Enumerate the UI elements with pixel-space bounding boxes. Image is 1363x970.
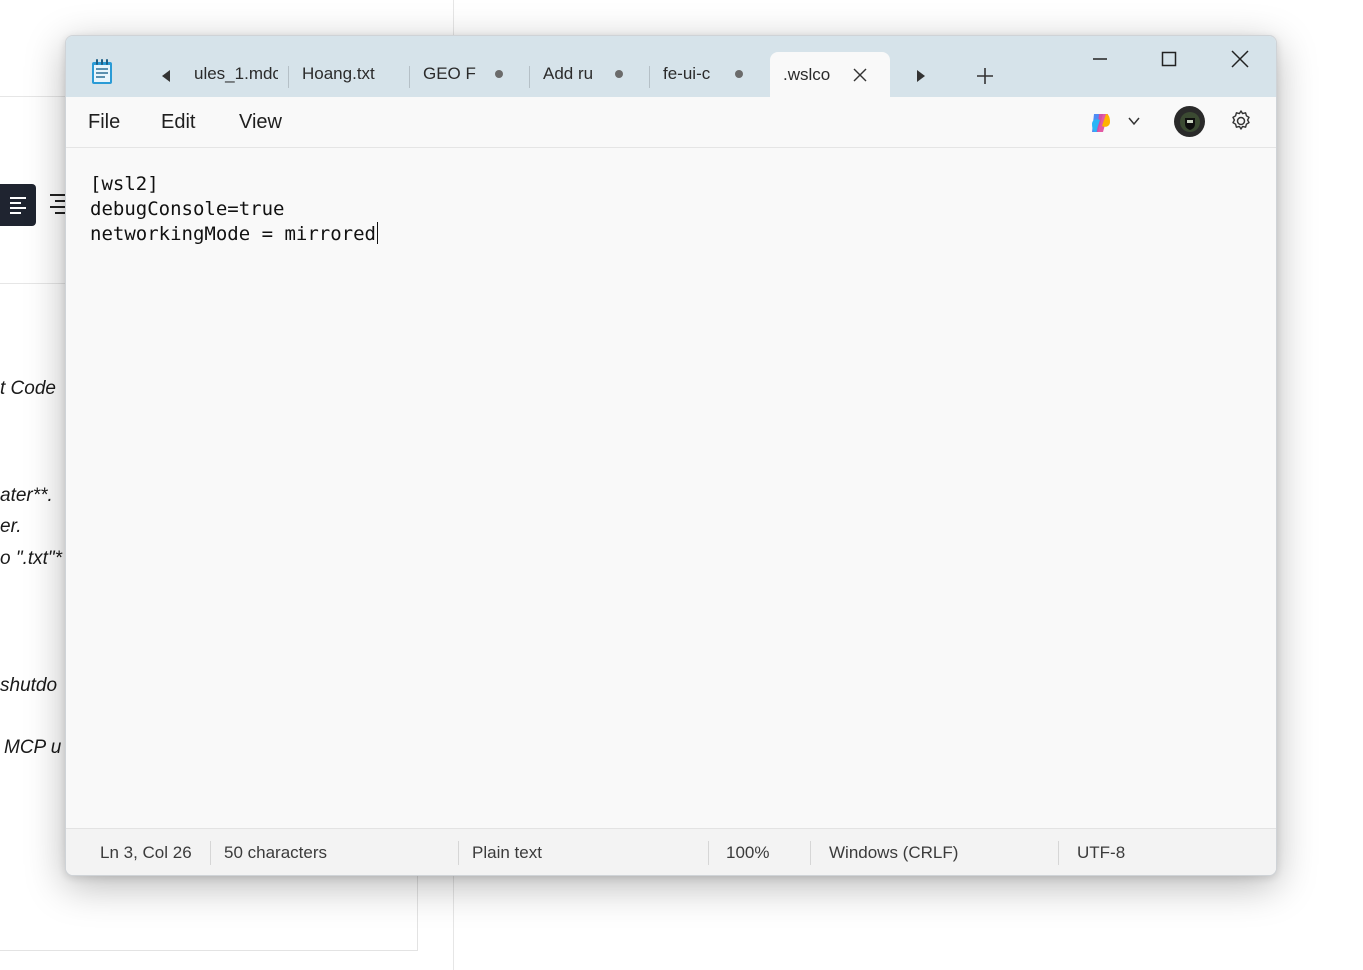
status-separator xyxy=(210,841,211,865)
align-left-icon[interactable] xyxy=(0,184,36,226)
close-tab-icon[interactable] xyxy=(853,68,867,82)
gear-icon[interactable] xyxy=(1229,109,1253,133)
maximize-icon xyxy=(1161,51,1177,67)
plus-icon xyxy=(977,68,993,84)
background-rule xyxy=(0,96,66,97)
tab-separator xyxy=(288,66,289,88)
status-separator xyxy=(810,841,811,865)
tab-label: fe-ui-c xyxy=(663,64,711,83)
tab-add-ru[interactable]: Add ru xyxy=(543,54,643,94)
tab-separator xyxy=(529,66,530,88)
close-button[interactable] xyxy=(1217,44,1263,74)
tab-separator xyxy=(409,66,410,88)
status-separator xyxy=(1058,841,1059,865)
tab-hoang-txt[interactable]: Hoang.txt xyxy=(302,54,398,94)
status-zoom[interactable]: 100% xyxy=(726,843,769,863)
background-text: o ".txt"* xyxy=(0,548,63,569)
editor-line-3-text: networkingMode = mirrored xyxy=(90,223,376,245)
menu-file[interactable]: File xyxy=(88,111,120,134)
tab-label: Add ru xyxy=(543,64,594,83)
text-editor[interactable]: [wsl2] debugConsole=true networkingMode … xyxy=(66,148,1276,827)
scroll-tabs-left-button[interactable] xyxy=(154,64,178,88)
caret-right-icon xyxy=(917,70,925,82)
tab-ules-1-mdc[interactable]: ules_1.mdc xyxy=(194,54,278,94)
editor-line-2: debugConsole=true xyxy=(90,198,285,220)
background-text: ater**. xyxy=(0,485,53,506)
tab-separator xyxy=(649,66,650,88)
editor-line-3: networkingMode = mirrored xyxy=(90,222,378,247)
status-character-count: 50 characters xyxy=(224,843,327,862)
minimize-button[interactable] xyxy=(1077,44,1123,74)
unsaved-dot-icon xyxy=(735,70,743,78)
status-line-ending[interactable]: Windows (CRLF) xyxy=(829,843,958,863)
status-bar: Ln 3, Col 26 50 characters Plain text 10… xyxy=(66,828,1276,875)
notepad-window: ules_1.mdc Hoang.txt GEO F Add ru fe-ui-… xyxy=(65,35,1277,876)
background-text: er. xyxy=(0,516,22,537)
notepad-icon xyxy=(90,58,114,86)
chevron-down-icon[interactable] xyxy=(1127,114,1141,128)
tab-label: ules_1.mdc xyxy=(194,64,278,83)
unsaved-dot-icon xyxy=(495,70,503,78)
menu-view[interactable]: View xyxy=(239,111,282,134)
background-rule xyxy=(0,283,66,284)
unsaved-dot-icon xyxy=(615,70,623,78)
tab-label: Hoang.txt xyxy=(302,64,375,83)
new-tab-button[interactable] xyxy=(971,62,999,90)
close-icon xyxy=(1231,50,1249,68)
tab-label: GEO F xyxy=(423,64,476,83)
status-encoding[interactable]: UTF-8 xyxy=(1077,843,1125,863)
maximize-button[interactable] xyxy=(1146,44,1192,74)
editor-line-1: [wsl2] xyxy=(90,173,159,195)
tab-fe-ui-c[interactable]: fe-ui-c xyxy=(663,54,763,94)
status-separator xyxy=(458,841,459,865)
menu-edit[interactable]: Edit xyxy=(161,111,195,134)
background-text: shutdo xyxy=(0,675,58,696)
title-bar[interactable]: ules_1.mdc Hoang.txt GEO F Add ru fe-ui-… xyxy=(66,36,1276,98)
tab-geo[interactable]: GEO F xyxy=(423,54,523,94)
user-avatar[interactable] xyxy=(1174,106,1205,137)
status-format[interactable]: Plain text xyxy=(472,843,542,863)
scroll-tabs-right-button[interactable] xyxy=(909,64,933,88)
status-separator xyxy=(708,841,709,865)
tab-wslconfig[interactable]: .wslco xyxy=(770,52,890,98)
minimize-icon xyxy=(1093,58,1107,60)
background-text: t Code xyxy=(0,378,56,399)
tab-label: .wslco xyxy=(783,65,831,84)
status-cursor-position[interactable]: Ln 3, Col 26 xyxy=(100,843,192,863)
caret-left-icon xyxy=(162,70,170,82)
copilot-icon[interactable] xyxy=(1088,110,1114,136)
text-caret xyxy=(376,222,378,244)
background-text: MCP u xyxy=(4,737,62,758)
